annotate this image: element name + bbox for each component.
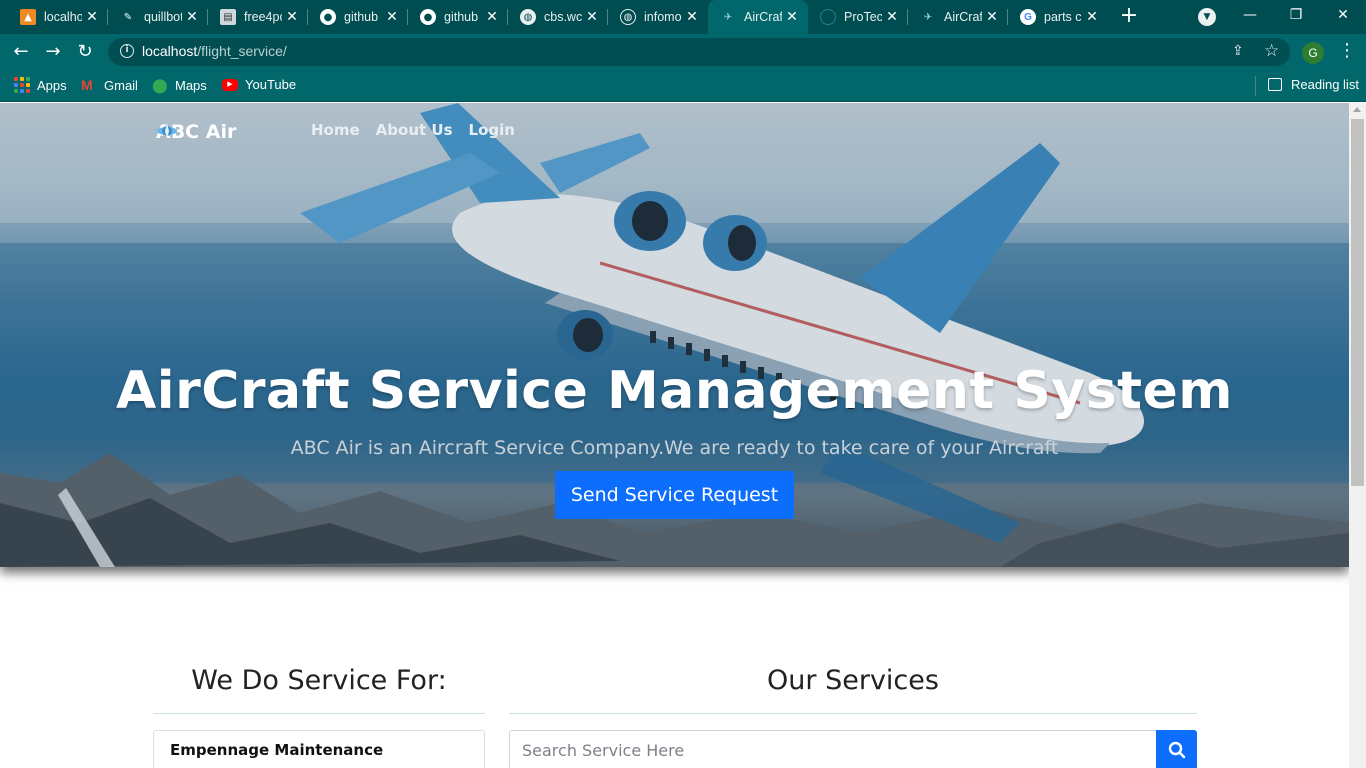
browser-tab[interactable]: G parts c ✕: [1008, 0, 1108, 34]
scrollbar-thumb[interactable]: [1351, 119, 1364, 486]
service-for-divider: [153, 713, 485, 714]
browser-tab[interactable]: ◍ infomo ✕: [608, 0, 708, 34]
url-host: localhost: [142, 43, 198, 59]
service-search: [509, 730, 1197, 768]
xampp-icon: ▲: [20, 9, 36, 25]
bookmarks-bar: Apps M Gmail ⬤ Maps ▶ YouTube Reading li…: [0, 70, 1366, 102]
send-service-request-button[interactable]: Send Service Request: [555, 471, 794, 519]
close-tab-icon[interactable]: ✕: [584, 9, 600, 25]
apps-grid-icon: [14, 77, 30, 93]
youtube-icon: ▶: [222, 78, 238, 91]
close-tab-icon[interactable]: ✕: [1084, 9, 1100, 25]
browser-tab[interactable]: ▲ localhost ✕: [8, 0, 108, 34]
bookmark-youtube[interactable]: ▶ YouTube: [222, 77, 296, 92]
close-tab-icon[interactable]: ✕: [784, 9, 800, 25]
our-services-divider: [509, 713, 1197, 714]
github-icon: ●: [320, 9, 336, 25]
browser-tab[interactable]: ▤ free4pc ✕: [208, 0, 308, 34]
service-for-heading: We Do Service For:: [191, 665, 447, 696]
abc-air-icon: ✈: [723, 11, 733, 23]
main-nav: Home About Us Login: [311, 121, 531, 139]
browser-tab[interactable]: ● github ✕: [308, 0, 408, 34]
scroll-up-arrow-icon[interactable]: [1353, 107, 1361, 112]
browser-tab-strip: ▲ localhost ✕ ✎ quillbot ✕ ▤ free4pc ✕ ●…: [0, 0, 1366, 34]
globe-icon: ◍: [520, 9, 536, 25]
close-window-button[interactable]: ✕: [1320, 4, 1366, 28]
hero-subtitle: ABC Air is an Aircraft Service Company.W…: [290, 437, 1059, 459]
new-tab-button[interactable]: +: [1117, 5, 1141, 28]
close-tab-icon[interactable]: ✕: [284, 9, 300, 25]
maps-pin-icon: ⬤: [152, 77, 168, 93]
service-list-item[interactable]: Empennage Maintenance: [153, 730, 485, 768]
abc-air-logo-icon: [157, 123, 177, 139]
minimize-button[interactable]: —: [1227, 4, 1273, 28]
tab-search-button[interactable]: ▼: [1198, 8, 1216, 26]
close-tab-icon[interactable]: ✕: [684, 9, 700, 25]
nav-link-login[interactable]: Login: [469, 121, 515, 139]
close-tab-icon[interactable]: ✕: [384, 9, 400, 25]
close-tab-icon[interactable]: ✕: [484, 9, 500, 25]
nav-link-home[interactable]: Home: [311, 121, 360, 139]
reading-list-button[interactable]: Reading list: [1268, 77, 1359, 92]
address-url[interactable]: localhost/flight_service/: [142, 43, 287, 59]
globe-icon: ◍: [620, 9, 636, 25]
page-scrollbar[interactable]: [1349, 103, 1366, 768]
reload-button[interactable]: ↻: [73, 40, 97, 64]
bookmark-maps[interactable]: ⬤ Maps: [152, 77, 207, 93]
quill-icon: ✎: [123, 11, 133, 23]
close-tab-icon[interactable]: ✕: [84, 9, 100, 25]
address-bar[interactable]: i localhost/flight_service/ ⇪ ☆: [108, 38, 1290, 66]
close-tab-icon[interactable]: ✕: [184, 9, 200, 25]
browser-tab-active[interactable]: ✈ AirCraft ✕: [708, 0, 808, 34]
close-tab-icon[interactable]: ✕: [984, 9, 1000, 25]
bookmarks-divider: [1255, 76, 1256, 96]
close-tab-icon[interactable]: ✕: [884, 9, 900, 25]
search-button[interactable]: [1156, 730, 1197, 768]
search-icon: [1168, 741, 1185, 759]
brand-logo[interactable]: ABC Air: [156, 121, 236, 143]
browser-tab[interactable]: ProTec ✕: [808, 0, 908, 34]
browser-tab[interactable]: ◍ cbs.wc ✕: [508, 0, 608, 34]
page-viewport: ABC Air Home About Us Login AirCraft Ser…: [0, 103, 1366, 768]
gmail-icon: M: [81, 77, 93, 93]
browser-tab[interactable]: ● github ✕: [408, 0, 508, 34]
site-info-icon[interactable]: i: [120, 44, 134, 58]
share-icon[interactable]: ⇪: [1232, 43, 1244, 59]
bookmark-gmail[interactable]: M Gmail: [81, 77, 138, 93]
restore-button[interactable]: ❐: [1273, 4, 1319, 28]
bookmark-apps[interactable]: Apps: [14, 77, 67, 93]
browser-tab[interactable]: ✎ quillbot ✕: [108, 0, 208, 34]
back-button[interactable]: ←: [9, 40, 33, 64]
url-path: /flight_service/: [197, 43, 287, 59]
google-icon: G: [1020, 9, 1036, 25]
abc-air-icon: ✈: [923, 11, 933, 23]
profile-avatar[interactable]: G: [1302, 42, 1324, 64]
hero-banner: ABC Air Home About Us Login AirCraft Ser…: [0, 103, 1349, 567]
hero-title: AirCraft Service Management System: [116, 361, 1233, 421]
our-services-heading: Our Services: [767, 665, 939, 696]
reading-list-icon: [1268, 78, 1282, 91]
browser-menu-icon[interactable]: ⋮: [1338, 40, 1356, 64]
browser-toolbar: ← → ↻ i localhost/flight_service/ ⇪ ☆ G …: [0, 34, 1366, 70]
service-search-input[interactable]: [509, 730, 1157, 768]
bookmark-star-icon[interactable]: ☆: [1264, 41, 1279, 61]
nav-link-about-us[interactable]: About Us: [376, 121, 453, 139]
doc-icon: ▤: [220, 9, 236, 25]
spinner-icon: [820, 9, 836, 25]
browser-tab[interactable]: ✈ AirCraft ✕: [908, 0, 1008, 34]
github-icon: ●: [420, 9, 436, 25]
forward-button[interactable]: →: [41, 40, 65, 64]
